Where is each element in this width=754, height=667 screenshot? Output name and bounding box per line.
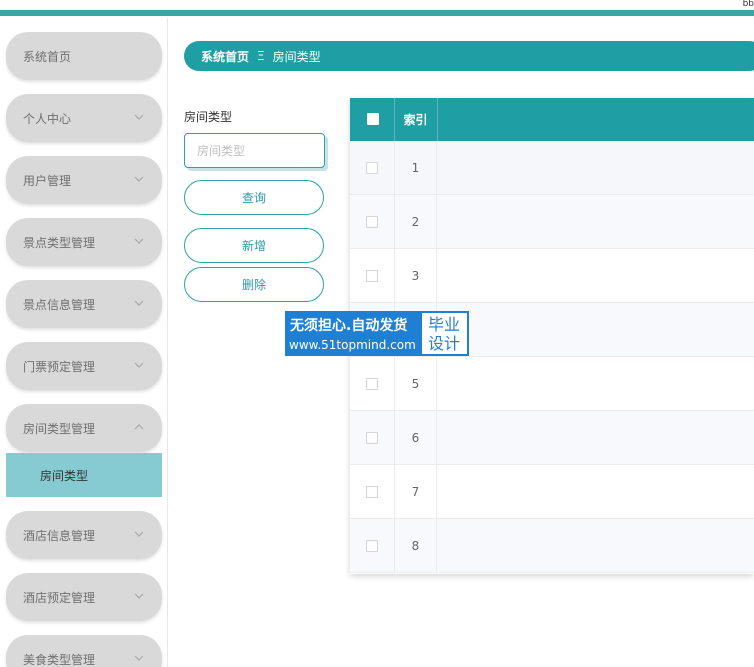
- sidebar-item-user-management[interactable]: 用户管理: [6, 156, 162, 204]
- sidebar-item-scenic-info-management[interactable]: 景点信息管理: [6, 280, 162, 328]
- sidebar-subitem-label: 房间类型: [40, 468, 89, 483]
- breadcrumb-home[interactable]: 系统首页: [201, 48, 249, 65]
- watermark-badge: 毕业 设计: [420, 311, 469, 356]
- chevron-down-icon: [133, 652, 145, 664]
- table-row[interactable]: 3: [350, 249, 754, 303]
- chevron-down-icon: [133, 111, 145, 123]
- top-bar: ɓɓ: [0, 0, 754, 16]
- room-type-search-input[interactable]: [184, 133, 325, 168]
- sidebar-item-label: 美食类型管理: [23, 652, 96, 667]
- breadcrumb: 系统首页 Ξ 房间类型: [184, 41, 754, 71]
- query-button[interactable]: 查询: [184, 180, 324, 215]
- table-header: 索引: [350, 98, 754, 141]
- sidebar-item-hotel-info-management[interactable]: 酒店信息管理: [6, 511, 162, 559]
- table-row[interactable]: 6: [350, 411, 754, 465]
- sidebar-item-hotel-booking-management[interactable]: 酒店预定管理: [6, 573, 162, 621]
- row-checkbox[interactable]: [366, 540, 378, 552]
- row-checkbox[interactable]: [366, 432, 378, 444]
- row-index: 8: [394, 519, 437, 573]
- chevron-down-icon: [133, 173, 145, 185]
- chevron-down-icon: [133, 590, 145, 602]
- chevron-down-icon: [133, 235, 145, 247]
- table-row[interactable]: 7: [350, 465, 754, 519]
- row-checkbox[interactable]: [366, 486, 378, 498]
- chevron-down-icon: [133, 297, 145, 309]
- watermark-badge-line: 毕业: [428, 315, 461, 334]
- search-label: 房间类型: [184, 110, 233, 124]
- sidebar-item-label: 个人中心: [23, 111, 72, 126]
- chevron-down-icon: [133, 528, 145, 540]
- sidebar-item-label: 系统首页: [23, 49, 72, 64]
- chevron-up-icon: [133, 421, 145, 433]
- row-checkbox[interactable]: [366, 162, 378, 174]
- sidebar-item-food-type-management[interactable]: 美食类型管理: [6, 635, 162, 667]
- watermark-banner: 无须担心.自动发货 www.51topmind.com: [285, 311, 420, 356]
- row-index: 3: [394, 249, 437, 303]
- row-checkbox[interactable]: [366, 216, 378, 228]
- chevron-down-icon: [133, 359, 145, 371]
- sidebar-item-label: 酒店信息管理: [23, 528, 96, 543]
- watermark-badge-line: 设计: [428, 334, 461, 353]
- table-row[interactable]: 2: [350, 195, 754, 249]
- sidebar-item-ticket-booking-management[interactable]: 门票预定管理: [6, 342, 162, 390]
- table-row[interactable]: 1: [350, 141, 754, 195]
- top-corner-text: ɓɓ: [742, 0, 754, 9]
- sidebar: 系统首页 个人中心 用户管理 景点类型管理 景点信息管理 门票预定管理 房间类型…: [0, 18, 168, 667]
- sidebar-item-label: 景点信息管理: [23, 297, 96, 312]
- row-checkbox[interactable]: [366, 270, 378, 282]
- watermark-overlay: 无须担心.自动发货 www.51topmind.com 毕业 设计: [285, 311, 469, 356]
- sidebar-subitem-room-type[interactable]: 房间类型: [6, 453, 162, 497]
- row-index: 2: [394, 195, 437, 249]
- delete-button[interactable]: 删除: [184, 267, 324, 302]
- select-all-checkbox[interactable]: [367, 113, 379, 125]
- row-index: 1: [394, 141, 437, 195]
- row-index: 5: [394, 357, 437, 411]
- table-row[interactable]: 8: [350, 519, 754, 573]
- sidebar-item-label: 景点类型管理: [23, 235, 96, 250]
- sidebar-item-room-type-management[interactable]: 房间类型管理: [6, 404, 162, 452]
- header-divider: [437, 98, 438, 141]
- watermark-slogan: 无须担心.自动发货: [290, 318, 408, 334]
- watermark-url: www.51topmind.com: [289, 338, 416, 352]
- table-row[interactable]: 5: [350, 357, 754, 411]
- sidebar-item-personal-center[interactable]: 个人中心: [6, 94, 162, 142]
- sidebar-item-label: 用户管理: [23, 173, 72, 188]
- sidebar-item-scenic-type-management[interactable]: 景点类型管理: [6, 218, 162, 266]
- column-header-index[interactable]: 索引: [394, 98, 437, 141]
- sidebar-item-label: 门票预定管理: [23, 359, 96, 374]
- breadcrumb-separator: Ξ: [257, 49, 265, 63]
- top-accent-strip: [0, 10, 754, 16]
- sidebar-item-home[interactable]: 系统首页: [6, 32, 162, 80]
- row-index: 7: [394, 465, 437, 519]
- sidebar-item-label: 酒店预定管理: [23, 590, 96, 605]
- row-index: 6: [394, 411, 437, 465]
- breadcrumb-current: 房间类型: [272, 49, 321, 64]
- add-button[interactable]: 新增: [184, 228, 324, 263]
- sidebar-item-label: 房间类型管理: [23, 421, 96, 436]
- row-checkbox[interactable]: [366, 378, 378, 390]
